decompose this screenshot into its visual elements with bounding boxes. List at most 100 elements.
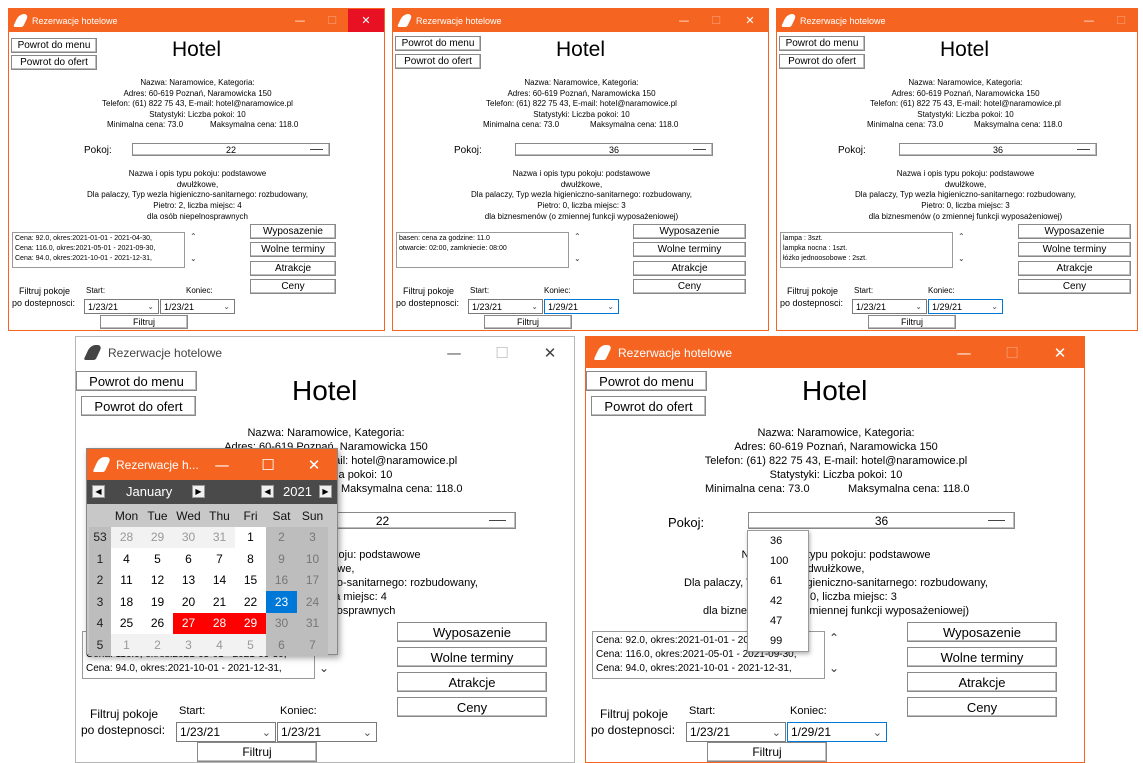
calendar-day[interactable]: 31 [204, 526, 235, 548]
calendar-day[interactable]: 8 [235, 548, 266, 570]
free-dates-button[interactable]: Wolne terminy [250, 242, 336, 257]
free-dates-button[interactable]: Wolne terminy [397, 647, 547, 667]
attractions-button[interactable]: Atrakcje [1018, 261, 1131, 276]
scroll-down-icon[interactable]: ⌄ [958, 254, 965, 263]
start-date-picker[interactable]: 1/23/21 ⌄ [686, 722, 786, 742]
filter-button[interactable]: Filtruj [197, 742, 317, 762]
back-to-menu-button[interactable]: Powrot do menu [395, 36, 481, 51]
start-date-picker[interactable]: 1/23/21 ⌄ [468, 299, 543, 314]
back-to-menu-button[interactable]: Powrot do menu [76, 371, 197, 391]
scroll-up-icon[interactable]: ⌃ [958, 232, 965, 241]
title-bar[interactable]: Rezerwacje hotelowe — ☐ ✕ [586, 337, 1084, 368]
calendar-day[interactable]: 1 [111, 634, 142, 656]
dropdown-option[interactable]: 100 [748, 551, 808, 571]
back-to-menu-button[interactable]: Powrot do menu [779, 36, 865, 51]
attractions-list[interactable]: basen: cena za godzine: 11.0 otwarcie: 0… [396, 232, 569, 268]
minimize-icon[interactable]: — [199, 449, 245, 480]
calendar-day[interactable]: 20 [173, 591, 204, 613]
list-item[interactable]: lampka nocna : 1szt. [783, 244, 950, 254]
minimize-icon[interactable]: — [940, 337, 988, 368]
free-dates-button[interactable]: Wolne terminy [907, 647, 1057, 667]
calendar-day[interactable]: 1 [235, 526, 266, 548]
minimize-icon[interactable]: — [430, 337, 478, 368]
calendar-day[interactable]: 18 [111, 591, 142, 613]
calendar-day[interactable]: 6 [173, 548, 204, 570]
equipment-button[interactable]: Wyposazenie [633, 224, 746, 239]
scroll-down-icon[interactable]: ⌄ [574, 254, 581, 263]
chevron-down-icon[interactable]: ⌄ [363, 726, 376, 739]
calendar-day[interactable]: 7 [297, 634, 328, 656]
minimize-icon[interactable]: — [284, 9, 316, 32]
calendar-day[interactable]: 6 [266, 634, 297, 656]
calendar-day[interactable]: 26 [142, 612, 173, 634]
calendar-day[interactable]: 4 [204, 634, 235, 656]
free-dates-button[interactable]: Wolne terminy [633, 242, 746, 257]
list-item[interactable]: Cena: 92.0, okres:2021-01-01 - 2021-04-3… [15, 234, 182, 244]
calendar-day-highlighted[interactable]: 29 [235, 612, 266, 634]
calendar-day[interactable]: 7 [204, 548, 235, 570]
chevron-down-icon[interactable]: ⌄ [223, 302, 234, 311]
calendar-day[interactable]: 10 [297, 548, 328, 570]
calendar-day[interactable]: 30 [266, 612, 297, 634]
end-date-picker[interactable]: 1/23/21 ⌄ [277, 722, 377, 742]
attractions-button[interactable]: Atrakcje [250, 261, 336, 276]
calendar-day[interactable]: 31 [297, 612, 328, 634]
minimize-icon[interactable]: — [1073, 9, 1105, 32]
start-date-picker[interactable]: 1/23/21 ⌄ [852, 299, 927, 314]
calendar-day[interactable]: 5 [235, 634, 266, 656]
maximize-icon[interactable]: ☐ [700, 9, 732, 32]
chevron-down-icon[interactable]: ⌄ [915, 302, 926, 311]
scroll-down-icon[interactable]: ⌄ [319, 661, 329, 675]
dropdown-option[interactable]: 99 [748, 631, 808, 651]
calendar-day[interactable]: 30 [173, 526, 204, 548]
room-select[interactable]: 36 [515, 143, 713, 156]
calendar-day[interactable]: 9 [266, 548, 297, 570]
room-select[interactable]: 22 [132, 143, 330, 156]
equipment-list[interactable]: lampa : 3szt. lampka nocna : 1szt. łóżko… [780, 232, 953, 268]
maximize-icon[interactable]: ☐ [316, 9, 348, 32]
calendar-day[interactable]: 2 [266, 526, 297, 548]
calendar-day[interactable]: 14 [204, 569, 235, 591]
calendar-day[interactable]: 11 [111, 569, 142, 591]
back-to-offers-button[interactable]: Powrot do ofert [779, 54, 865, 69]
list-item[interactable]: basen: cena za godzine: 11.0 [399, 234, 566, 244]
list-item[interactable]: łóżko jednoosobowe : 2szt. [783, 254, 950, 264]
equipment-button[interactable]: Wyposazenie [397, 622, 547, 642]
filter-button[interactable]: Filtruj [100, 315, 188, 329]
calendar-day-selected[interactable]: 23 [266, 591, 297, 613]
title-bar[interactable]: Rezerwacje hotelowe — ☐ ✕ [76, 337, 574, 368]
minimize-icon[interactable]: — [668, 9, 700, 32]
list-item[interactable]: lampa : 3szt. [783, 234, 950, 244]
calendar-day[interactable]: 3 [173, 634, 204, 656]
end-date-picker[interactable]: 1/29/21 ⌄ [544, 299, 619, 314]
start-date-picker[interactable]: 1/23/21 ⌄ [84, 299, 159, 314]
attractions-button[interactable]: Atrakcje [397, 672, 547, 692]
prices-button[interactable]: Ceny [250, 279, 336, 294]
next-month-icon[interactable]: ▶ [192, 485, 205, 498]
back-to-menu-button[interactable]: Powrot do menu [11, 38, 97, 53]
title-bar[interactable]: Rezerwacje hotelowe — ☐ ✕ [393, 9, 768, 32]
prev-month-icon[interactable]: ◀ [92, 485, 105, 498]
calendar-day[interactable]: 29 [142, 526, 173, 548]
equipment-button[interactable]: Wyposazenie [1018, 224, 1131, 239]
close-icon[interactable]: ✕ [348, 9, 384, 32]
close-icon[interactable]: ✕ [732, 9, 768, 32]
maximize-icon[interactable]: ☐ [478, 337, 526, 368]
prices-button[interactable]: Ceny [633, 279, 746, 294]
room-select[interactable]: 36 [748, 512, 1015, 529]
chevron-down-icon[interactable]: ⌄ [262, 726, 275, 739]
start-date-picker[interactable]: 1/23/21 ⌄ [176, 722, 276, 742]
list-item[interactable]: Cena: 94.0, okres:2021-10-01 - 2021-12-3… [86, 662, 311, 676]
scroll-down-icon[interactable]: ⌄ [190, 254, 197, 263]
chevron-down-icon[interactable]: ⌄ [772, 726, 785, 739]
title-bar[interactable]: Rezerwacje hotelowe — ☐ [777, 9, 1137, 32]
maximize-icon[interactable]: ☐ [1105, 9, 1137, 32]
prices-button[interactable]: Ceny [397, 697, 547, 717]
calendar-day[interactable]: 4 [111, 548, 142, 570]
calendar-day[interactable]: 12 [142, 569, 173, 591]
calendar-day[interactable]: 24 [297, 591, 328, 613]
list-item[interactable]: Cena: 94.0, okres:2021-10-01 - 2021-12-3… [15, 254, 182, 264]
dropdown-option[interactable]: 36 [748, 531, 808, 551]
calendar-day[interactable]: 2 [142, 634, 173, 656]
calendar-day[interactable]: 28 [111, 526, 142, 548]
